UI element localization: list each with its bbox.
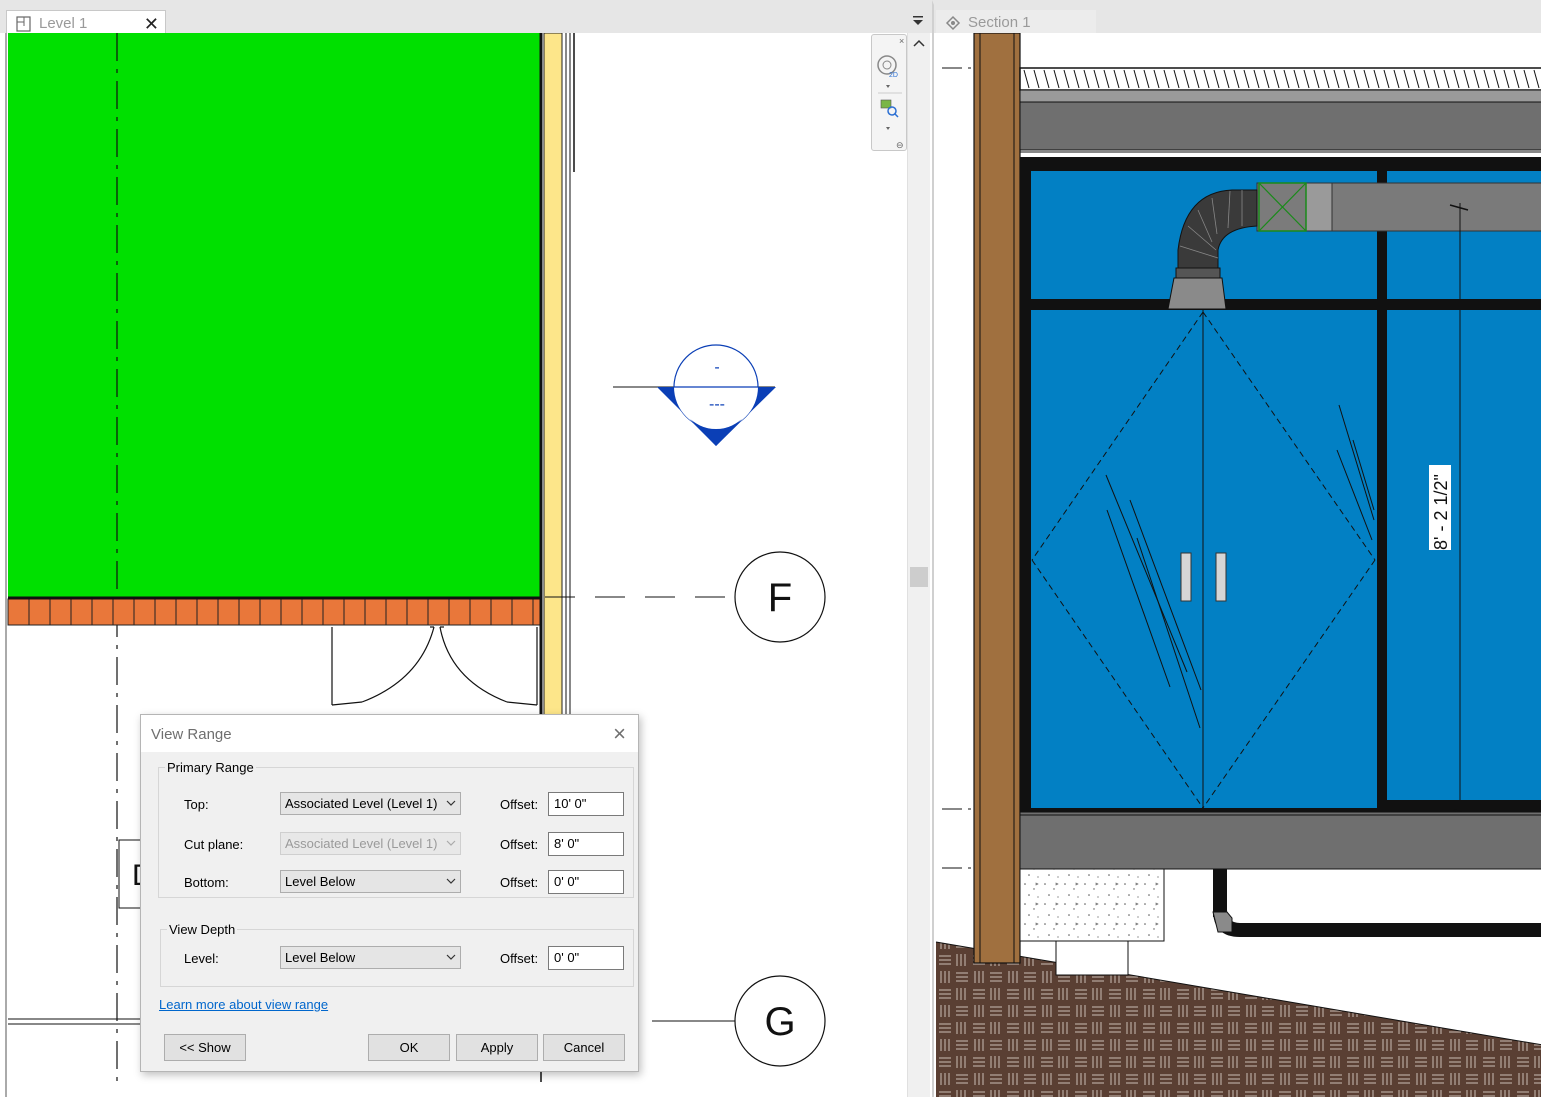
tab-dropdown-icon[interactable] — [912, 15, 924, 27]
view-navigation-bar: × 2D ⊖ — [871, 34, 907, 151]
cut-plane-offset-input[interactable]: 8' 0" — [548, 832, 624, 856]
floor-plan-icon — [16, 16, 31, 32]
bottom-label: Bottom: — [184, 875, 229, 890]
cut-plane-offset-label: Offset: — [500, 837, 539, 852]
dimension-text: 8' - 2 1/2" — [1431, 474, 1451, 550]
tag-top-text: - — [714, 359, 719, 376]
close-tab-icon[interactable]: ✕ — [144, 13, 159, 35]
cut-plane-label: Cut plane: — [184, 837, 244, 852]
dialog-close-icon[interactable]: × — [613, 721, 626, 747]
top-level-value: Associated Level (Level 1) — [285, 796, 438, 811]
tag-bottom-text: --- — [709, 396, 725, 413]
brick-course — [217, 598, 240, 626]
depth-level-label: Level: — [184, 951, 219, 966]
brick-course — [385, 598, 408, 626]
brick-course — [154, 598, 177, 626]
earth-soil[interactable] — [936, 942, 1541, 1097]
zoom-region-icon[interactable] — [880, 99, 899, 118]
depth-level-value: Level Below — [285, 950, 356, 965]
brick-course — [91, 598, 114, 626]
chevron-down-icon — [446, 800, 456, 806]
wood-column[interactable] — [973, 33, 1021, 964]
brick-wall[interactable] — [7, 598, 542, 626]
top-offset-label: Offset: — [500, 797, 539, 812]
door-handle-right[interactable] — [1215, 552, 1227, 602]
dialog-title: View Range — [151, 726, 232, 743]
brick-course — [364, 598, 387, 626]
chevron-down-icon — [446, 954, 456, 960]
2d-wheel-icon[interactable]: 2D — [877, 55, 898, 79]
bottom-offset-label: Offset: — [500, 875, 539, 890]
brick-course — [280, 598, 303, 626]
double-door[interactable] — [331, 626, 538, 706]
ok-button[interactable]: OK — [368, 1034, 450, 1061]
cancel-button[interactable]: Cancel — [543, 1034, 625, 1061]
brick-course — [7, 598, 30, 626]
door-glass-panel[interactable] — [1031, 310, 1377, 808]
left-tab-bar: Level 1 ✕ — [0, 0, 932, 37]
section-view-icon — [945, 15, 961, 31]
exterior-wall[interactable] — [543, 33, 563, 718]
chevron-down-icon — [446, 840, 456, 846]
view-depth-label: View Depth — [167, 922, 238, 937]
tab-title: Level 1 — [39, 15, 88, 32]
top-level-select[interactable]: Associated Level (Level 1) — [280, 792, 461, 815]
cut-plane-level-select: Associated Level (Level 1) — [280, 832, 461, 855]
bottom-level-value: Level Below — [285, 874, 356, 889]
grid-label-f: F — [768, 576, 792, 620]
cut-plane-level-value: Associated Level (Level 1) — [285, 836, 438, 851]
glass-panel-lower-right[interactable] — [1387, 310, 1541, 800]
top-offset-input[interactable]: 10' 0" — [548, 792, 624, 816]
door-handle-left[interactable] — [1180, 552, 1192, 602]
brick-course — [406, 598, 429, 626]
primary-range-label: Primary Range — [165, 760, 256, 775]
brick-course — [238, 598, 261, 626]
depth-offset-input[interactable]: 0' 0" — [548, 946, 624, 970]
brick-course — [133, 598, 156, 626]
floor-slab[interactable] — [1019, 811, 1541, 870]
brick-course — [70, 598, 93, 626]
revit-workspace: Level 1 ✕ Section 1 F G - --- × 2D ⊖ 8' … — [0, 0, 1541, 1097]
view-range-dialog: View Range × Primary Range Top: Associat… — [140, 714, 639, 1072]
learn-more-link[interactable]: Learn more about view range — [159, 997, 328, 1012]
top-label: Top: — [184, 797, 209, 812]
grid-label-g: G — [764, 1000, 795, 1044]
concrete-footing[interactable] — [1019, 868, 1165, 942]
scroll-thumb[interactable] — [910, 567, 928, 587]
brick-course — [301, 598, 324, 626]
show-button[interactable]: << Show — [164, 1034, 246, 1061]
right-tab-bar: Section 1 — [932, 0, 1541, 37]
brick-course — [469, 598, 492, 626]
elevation-tag[interactable]: - --- — [613, 344, 776, 446]
apply-button[interactable]: Apply — [456, 1034, 538, 1061]
section-view-canvas[interactable]: 8' - 2 1/2" — [932, 33, 1541, 1097]
brick-course — [28, 598, 51, 626]
room-fill[interactable] — [8, 33, 541, 597]
brick-course — [196, 598, 219, 626]
navbar-options-icon[interactable]: ⊖ — [896, 140, 904, 150]
dialog-title-bar[interactable]: View Range × — [141, 715, 638, 752]
svg-text:2D: 2D — [889, 72, 898, 79]
depth-offset-label: Offset: — [500, 951, 539, 966]
brick-course — [511, 598, 534, 626]
brick-course — [448, 598, 471, 626]
scroll-up-icon[interactable] — [913, 39, 925, 47]
chevron-down-icon — [446, 878, 456, 884]
brick-course — [175, 598, 198, 626]
navbar-close-icon[interactable]: × — [899, 36, 904, 46]
drain-pipe[interactable] — [1212, 869, 1541, 937]
bottom-offset-input[interactable]: 0' 0" — [548, 870, 624, 894]
brick-course — [490, 598, 513, 626]
depth-level-select[interactable]: Level Below — [280, 946, 461, 969]
roof-assembly[interactable] — [1019, 67, 1541, 153]
tab-title: Section 1 — [968, 14, 1031, 31]
brick-course — [49, 598, 72, 626]
plan-vertical-scrollbar[interactable] — [907, 33, 930, 1097]
brick-course — [259, 598, 282, 626]
brick-course — [112, 598, 135, 626]
brick-course — [322, 598, 345, 626]
bottom-level-select[interactable]: Level Below — [280, 870, 461, 893]
brick-course — [343, 598, 366, 626]
brick-course — [427, 598, 450, 626]
